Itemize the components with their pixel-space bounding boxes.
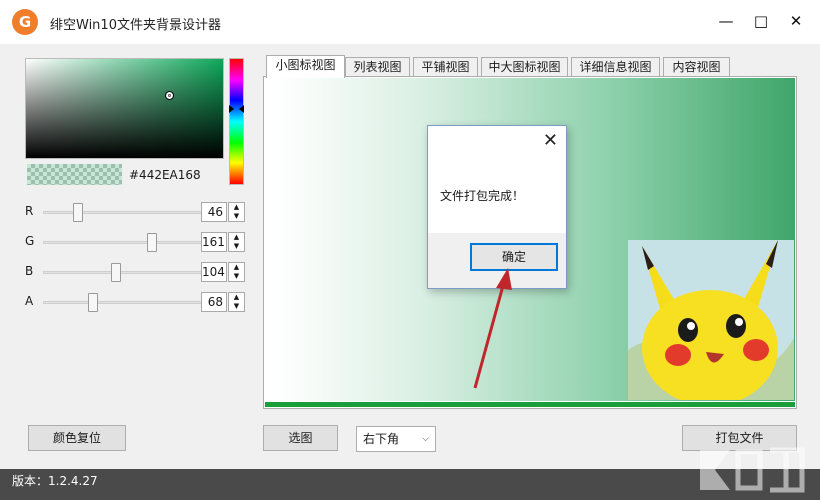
spin-buttons[interactable]: ▲ ▼ xyxy=(228,292,245,312)
slider-label: R xyxy=(25,204,34,218)
spin-up-icon[interactable]: ▲ xyxy=(229,233,244,242)
maximize-button[interactable]: □ xyxy=(747,8,775,34)
pikachu-image xyxy=(628,240,794,400)
spin-buttons[interactable]: ▲ ▼ xyxy=(228,262,245,282)
slider-value-input[interactable]: 161 xyxy=(201,232,227,252)
slider-value-input[interactable]: 68 xyxy=(201,292,227,312)
title-bar: G 绯空Win10文件夹背景设计器 — □ ✕ xyxy=(0,0,820,44)
tab-details[interactable]: 详细信息视图 xyxy=(571,57,660,77)
slider-label: A xyxy=(25,294,34,308)
tab-tiles[interactable]: 平铺视图 xyxy=(413,57,478,77)
slider-row-b: B 104 ▲ ▼ xyxy=(25,262,247,282)
slider-value-input[interactable]: 46 xyxy=(201,202,227,222)
slider-label: G xyxy=(25,234,35,248)
spin-up-icon[interactable]: ▲ xyxy=(229,263,244,272)
chevron-down-icon: ⌵ xyxy=(422,434,429,444)
slider-thumb[interactable] xyxy=(88,293,98,312)
message-dialog: ✕ 文件打包完成！ 确定 xyxy=(427,125,567,289)
slider-row-a: A 68 ▲ ▼ xyxy=(25,292,247,312)
tab-medium-large-icons[interactable]: 中大图标视图 xyxy=(481,57,568,77)
slider-value-input[interactable]: 104 xyxy=(201,262,227,282)
watermark-logo-icon xyxy=(700,447,805,493)
slider-track[interactable] xyxy=(43,233,218,252)
hue-marker-left-icon[interactable] xyxy=(229,105,234,113)
slider-row-g: G 161 ▲ ▼ xyxy=(25,232,247,252)
dialog-footer: 确定 xyxy=(428,233,566,288)
color-picker-handle[interactable] xyxy=(165,91,174,100)
spin-down-icon[interactable]: ▼ xyxy=(229,302,244,311)
dialog-message: 文件打包完成！ xyxy=(440,189,525,203)
spin-up-icon[interactable]: ▲ xyxy=(229,203,244,212)
spin-buttons[interactable]: ▲ ▼ xyxy=(228,232,245,252)
tab-small-icons[interactable]: 小图标视图 xyxy=(266,55,345,78)
slider-thumb[interactable] xyxy=(147,233,157,252)
hue-slider[interactable] xyxy=(229,58,244,185)
reset-color-button[interactable]: 颜色复位 xyxy=(28,425,126,451)
image-position-select[interactable]: 右下角 ⌵ xyxy=(356,426,436,452)
slider-row-r: R 46 ▲ ▼ xyxy=(25,202,247,222)
select-image-button[interactable]: 选图 xyxy=(263,425,338,451)
app-logo-icon: G xyxy=(12,9,38,35)
color-preview-swatch xyxy=(27,164,122,185)
spin-down-icon[interactable]: ▼ xyxy=(229,242,244,251)
slider-track[interactable] xyxy=(43,293,218,312)
slider-thumb[interactable] xyxy=(73,203,83,222)
saturation-value-canvas[interactable] xyxy=(25,58,224,159)
ok-button[interactable]: 确定 xyxy=(470,243,558,271)
hue-marker-right-icon[interactable] xyxy=(239,105,244,113)
version-label: 版本：1.2.4.27 xyxy=(12,474,98,488)
slider-thumb[interactable] xyxy=(111,263,121,282)
spin-up-icon[interactable]: ▲ xyxy=(229,293,244,302)
tab-content[interactable]: 内容视图 xyxy=(663,57,730,77)
spin-buttons[interactable]: ▲ ▼ xyxy=(228,202,245,222)
preview-progress-bar xyxy=(265,402,795,407)
slider-track[interactable] xyxy=(43,203,218,222)
window-title: 绯空Win10文件夹背景设计器 xyxy=(50,18,221,33)
minimize-button[interactable]: — xyxy=(712,8,740,34)
spin-down-icon[interactable]: ▼ xyxy=(229,212,244,221)
close-button[interactable]: ✕ xyxy=(782,8,810,34)
spin-down-icon[interactable]: ▼ xyxy=(229,272,244,281)
slider-label: B xyxy=(25,264,34,278)
image-position-value: 右下角 xyxy=(363,432,400,446)
tab-list[interactable]: 列表视图 xyxy=(345,57,410,77)
dialog-close-button[interactable]: ✕ xyxy=(543,131,558,151)
slider-track[interactable] xyxy=(43,263,218,282)
hex-color-value: #442EA168 xyxy=(129,168,201,182)
